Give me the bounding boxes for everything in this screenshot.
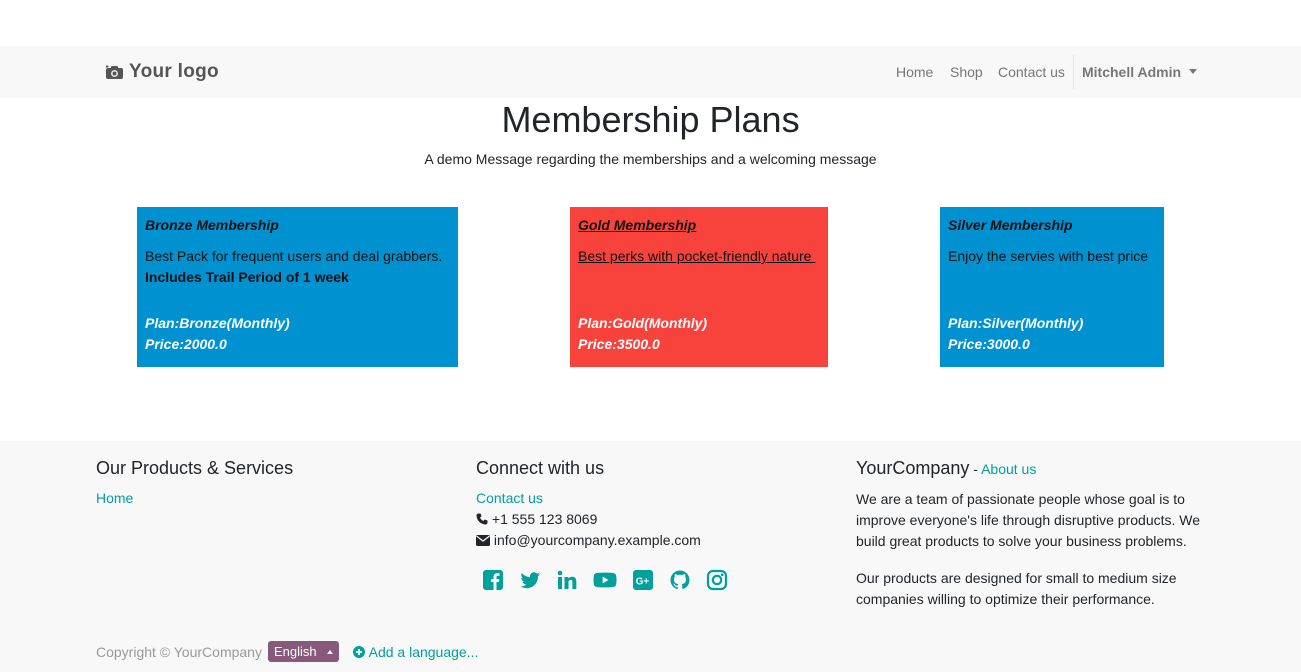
card-title: Bronze Membership bbox=[145, 217, 279, 233]
email-text: info@yourcompany.example.com bbox=[493, 532, 701, 548]
footer-products-column: Our Products & Services Home bbox=[96, 457, 436, 509]
company-description: We are a team of passionate people whose… bbox=[856, 491, 1201, 549]
svg-text:G+: G+ bbox=[636, 577, 650, 588]
card-price: Price:2000.0 bbox=[145, 336, 227, 352]
nav-link-home[interactable]: Home bbox=[896, 64, 933, 80]
language-selector[interactable]: English bbox=[267, 641, 339, 662]
social-icons: G+ bbox=[482, 569, 816, 591]
footer-link-contact[interactable]: Contact us bbox=[476, 490, 543, 506]
footer-heading: Our Products & Services bbox=[96, 458, 294, 478]
logo-text: Your logo bbox=[129, 61, 219, 82]
card-title: Gold Membership bbox=[578, 217, 697, 233]
caret-up-icon bbox=[326, 649, 333, 654]
envelope-icon bbox=[476, 535, 490, 546]
footer-phone: +1 555 123 8069 bbox=[476, 509, 816, 530]
plus-circle-icon bbox=[352, 645, 365, 658]
phone-icon bbox=[476, 513, 488, 525]
facebook-icon[interactable] bbox=[482, 569, 504, 591]
nav-link-shop[interactable]: Shop bbox=[950, 64, 983, 80]
card-description: Best perks with pocket-friendly nature bbox=[578, 248, 816, 264]
user-menu-dropdown[interactable]: Mitchell Admin bbox=[1082, 64, 1198, 80]
membership-card-silver[interactable]: Silver Membership Enjoy the servies with… bbox=[940, 207, 1164, 367]
github-icon[interactable] bbox=[669, 569, 691, 591]
linkedin-icon[interactable] bbox=[556, 569, 578, 591]
footer-email: info@yourcompany.example.com bbox=[476, 530, 816, 551]
company-products-text: Our products are designed for small to m… bbox=[856, 570, 1177, 607]
nav-link-contact[interactable]: Contact us bbox=[998, 64, 1065, 80]
youtube-icon[interactable] bbox=[593, 569, 617, 591]
membership-card-bronze[interactable]: Bronze Membership Best Pack for frequent… bbox=[137, 207, 458, 367]
nav-divider bbox=[1073, 55, 1074, 89]
footer-link-about[interactable]: About us bbox=[981, 461, 1036, 477]
footer-heading: YourCompany - About us bbox=[856, 457, 1206, 480]
add-language-label: Add a language... bbox=[368, 643, 479, 660]
footer-connect-column: Connect with us Contact us +1 555 123 80… bbox=[476, 457, 816, 591]
card-price: Price:3500.0 bbox=[578, 336, 660, 352]
add-language-link[interactable]: Add a language... bbox=[352, 643, 479, 660]
card-price: Price:3000.0 bbox=[948, 336, 1030, 352]
google-plus-icon[interactable]: G+ bbox=[632, 569, 654, 591]
footer-heading: Connect with us bbox=[476, 458, 605, 478]
card-title: Silver Membership bbox=[948, 217, 1073, 233]
footer: Our Products & Services Home Connect wit… bbox=[0, 441, 1301, 672]
heading-separator: - bbox=[969, 461, 982, 477]
card-plan: Plan:Bronze(Monthly) bbox=[145, 315, 290, 331]
footer-company-column: YourCompany - About us We are a team of … bbox=[856, 457, 1206, 626]
membership-card-gold[interactable]: Gold Membership Best perks with pocket-f… bbox=[570, 207, 828, 367]
top-navbar: Your logo Home Shop Contact us Mitchell … bbox=[0, 46, 1301, 98]
page-title: Membership Plans bbox=[501, 99, 800, 140]
company-name: YourCompany bbox=[856, 458, 970, 478]
user-name: Mitchell Admin bbox=[1082, 64, 1182, 80]
footer-link-home[interactable]: Home bbox=[96, 490, 133, 506]
card-description: Best Pack for frequent users and deal gr… bbox=[145, 248, 443, 264]
card-plan: Plan:Gold(Monthly) bbox=[578, 315, 708, 331]
copyright-bar: Copyright © YourCompany English Add a la… bbox=[96, 641, 478, 662]
twitter-icon[interactable] bbox=[519, 569, 541, 591]
camera-icon bbox=[106, 65, 123, 79]
language-label: English bbox=[273, 644, 317, 659]
page-subtitle: A demo Message regarding the memberships… bbox=[424, 151, 877, 167]
copyright-text: Copyright © YourCompany bbox=[96, 643, 262, 660]
instagram-icon[interactable] bbox=[706, 569, 728, 591]
phone-text: +1 555 123 8069 bbox=[491, 511, 598, 527]
card-description: Enjoy the servies with best price bbox=[948, 248, 1148, 264]
caret-down-icon bbox=[1189, 68, 1198, 74]
company-logo[interactable]: Your logo bbox=[106, 60, 219, 84]
card-extra: Includes Trail Period of 1 week bbox=[145, 269, 349, 285]
card-plan: Plan:Silver(Monthly) bbox=[948, 315, 1084, 331]
